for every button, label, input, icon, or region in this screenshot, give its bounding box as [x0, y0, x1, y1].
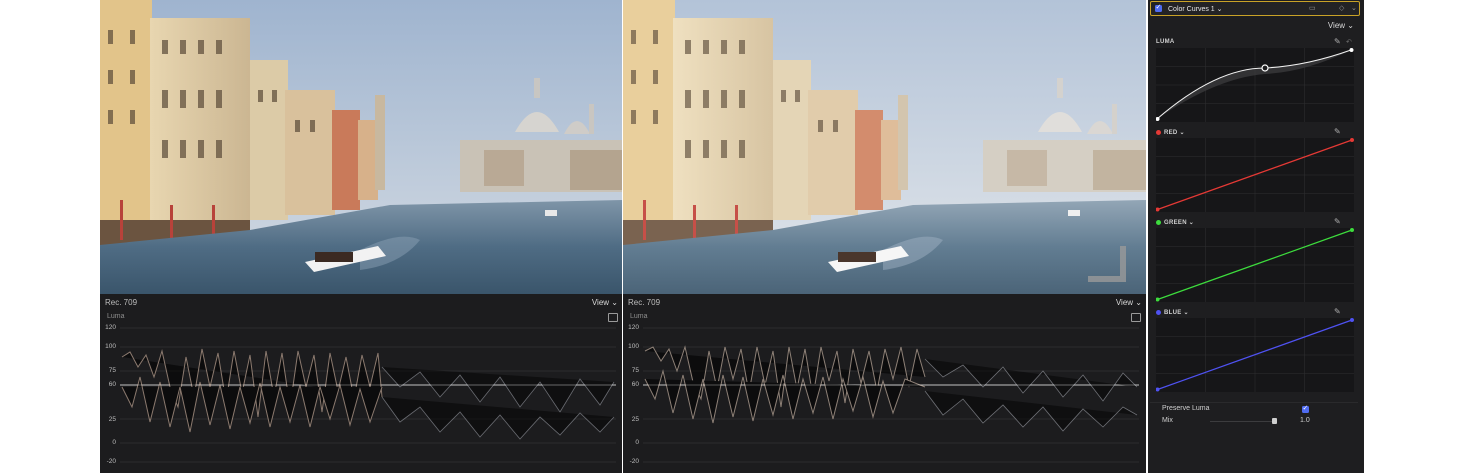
tick-label: 0 — [112, 439, 116, 446]
mix-slider-track[interactable] — [1210, 418, 1277, 424]
right-margin — [1364, 0, 1465, 473]
green-curve-menu[interactable]: GREEN ⌄ — [1156, 219, 1194, 226]
chevron-down-icon: ⌄ — [1177, 130, 1185, 136]
scope-type-label: Luma — [107, 313, 125, 320]
curve-point[interactable] — [1349, 48, 1354, 52]
curve-point[interactable] — [1350, 138, 1354, 142]
tick-label: 100 — [628, 343, 639, 350]
blue-curve-graph[interactable] — [1156, 318, 1354, 392]
mix-slider-knob[interactable] — [1272, 418, 1277, 424]
mix-row: Mix 1.0 — [1150, 416, 1358, 428]
mix-value[interactable]: 1.0 — [1300, 417, 1310, 424]
view-label: View — [591, 298, 610, 307]
scope-type-label: Luma — [630, 313, 648, 320]
luma-curve-label: LUMA — [1156, 39, 1175, 45]
tick-label: -20 — [629, 458, 639, 465]
venice-canal-image-graded — [623, 0, 1146, 294]
chevron-down-icon: ⌄ — [611, 298, 618, 307]
chevron-down-icon: ⌄ — [1135, 298, 1142, 307]
tick-label: 0 — [635, 439, 639, 446]
eyedropper-icon[interactable]: ✎ — [1334, 307, 1341, 316]
reset-icon[interactable]: ↶ — [1346, 38, 1352, 46]
chevron-down-icon: ⌄ — [1347, 21, 1354, 30]
effect-header[interactable]: Color Curves 1 ⌄ ▭ ◇ ⌄ — [1150, 1, 1360, 16]
curve-point[interactable] — [1261, 64, 1269, 72]
tick-label: 75 — [631, 367, 639, 374]
scope-view-menu[interactable]: View ⌄ — [1116, 298, 1142, 307]
tick-label: 100 — [105, 343, 116, 350]
inspector-view-menu[interactable]: View ⌄ — [1328, 21, 1354, 30]
mix-label: Mix — [1162, 417, 1173, 424]
tick-label: -20 — [106, 458, 116, 465]
preserve-luma-row: Preserve Luma — [1150, 402, 1358, 417]
green-curve-label: GREEN — [1164, 220, 1187, 226]
effect-enabled-checkbox[interactable] — [1155, 3, 1162, 12]
eyedropper-icon[interactable]: ✎ — [1334, 37, 1341, 46]
blue-curve-label: BLUE — [1164, 310, 1182, 316]
tick-label: 25 — [108, 416, 116, 423]
right-video-frame — [623, 0, 1146, 294]
tick-label: 25 — [631, 416, 639, 423]
left-luma-waveform-scope: Rec. 709 View ⌄ Luma 120 100 75 60 25 0 … — [100, 294, 622, 473]
blue-dot-icon — [1156, 309, 1161, 315]
tick-label: 120 — [628, 324, 639, 331]
right-luma-waveform-scope: Rec. 709 View ⌄ Luma 120 100 75 60 25 0 … — [623, 294, 1146, 473]
chevron-down-icon: ⌄ — [1181, 310, 1189, 316]
color-curves-inspector: Color Curves 1 ⌄ ▭ ◇ ⌄ View ⌄ LUMA ✎ ↶ R… — [1148, 0, 1364, 473]
left-video-frame — [100, 0, 622, 294]
right-viewer-panel: Rec. 709 View ⌄ Luma 120 100 75 60 25 0 … — [623, 0, 1146, 473]
curve-point[interactable] — [1350, 228, 1354, 232]
tick-label: 75 — [108, 367, 116, 374]
scope-colorspace-label: Rec. 709 — [628, 298, 661, 307]
red-curve-menu[interactable]: RED ⌄ — [1156, 129, 1185, 136]
luma-waveform-plot — [120, 327, 616, 463]
mask-icon[interactable]: ▭ — [1309, 4, 1316, 12]
left-margin — [0, 0, 100, 473]
red-curve-graph[interactable] — [1156, 138, 1354, 212]
chevron-down-icon[interactable]: ⌄ — [1351, 4, 1357, 12]
keyframe-icon[interactable]: ◇ — [1339, 4, 1344, 12]
chevron-down-icon: ⌄ — [1216, 6, 1223, 13]
red-dot-icon — [1156, 129, 1161, 135]
curve-point[interactable] — [1350, 318, 1354, 322]
scope-settings-icon[interactable] — [1131, 313, 1141, 322]
green-curve-graph[interactable] — [1156, 228, 1354, 302]
view-label: View — [1115, 298, 1134, 307]
tick-label: 60 — [108, 381, 116, 388]
green-dot-icon — [1156, 219, 1161, 225]
venice-canal-image — [100, 0, 622, 294]
red-curve-label: RED — [1164, 130, 1178, 136]
chevron-down-icon: ⌄ — [1186, 220, 1195, 226]
left-viewer-panel: Rec. 709 View ⌄ Luma 120 100 75 60 25 0 … — [100, 0, 622, 473]
effect-name-menu[interactable]: Color Curves 1 ⌄ — [1168, 5, 1223, 13]
effect-name: Color Curves 1 — [1168, 6, 1215, 13]
preserve-luma-label: Preserve Luma — [1162, 405, 1210, 412]
scope-view-menu[interactable]: View ⌄ — [592, 298, 618, 307]
tick-label: 120 — [105, 324, 116, 331]
eyedropper-icon[interactable]: ✎ — [1334, 217, 1341, 226]
luma-curve-graph[interactable] — [1156, 48, 1354, 122]
scope-settings-icon[interactable] — [608, 313, 618, 322]
preserve-luma-checkbox[interactable] — [1302, 404, 1309, 413]
tick-label: 60 — [631, 381, 639, 388]
eyedropper-icon[interactable]: ✎ — [1334, 127, 1341, 136]
luma-waveform-plot — [643, 327, 1139, 463]
view-label: View — [1327, 21, 1346, 30]
scope-colorspace-label: Rec. 709 — [105, 298, 138, 307]
blue-curve-menu[interactable]: BLUE ⌄ — [1156, 309, 1189, 316]
